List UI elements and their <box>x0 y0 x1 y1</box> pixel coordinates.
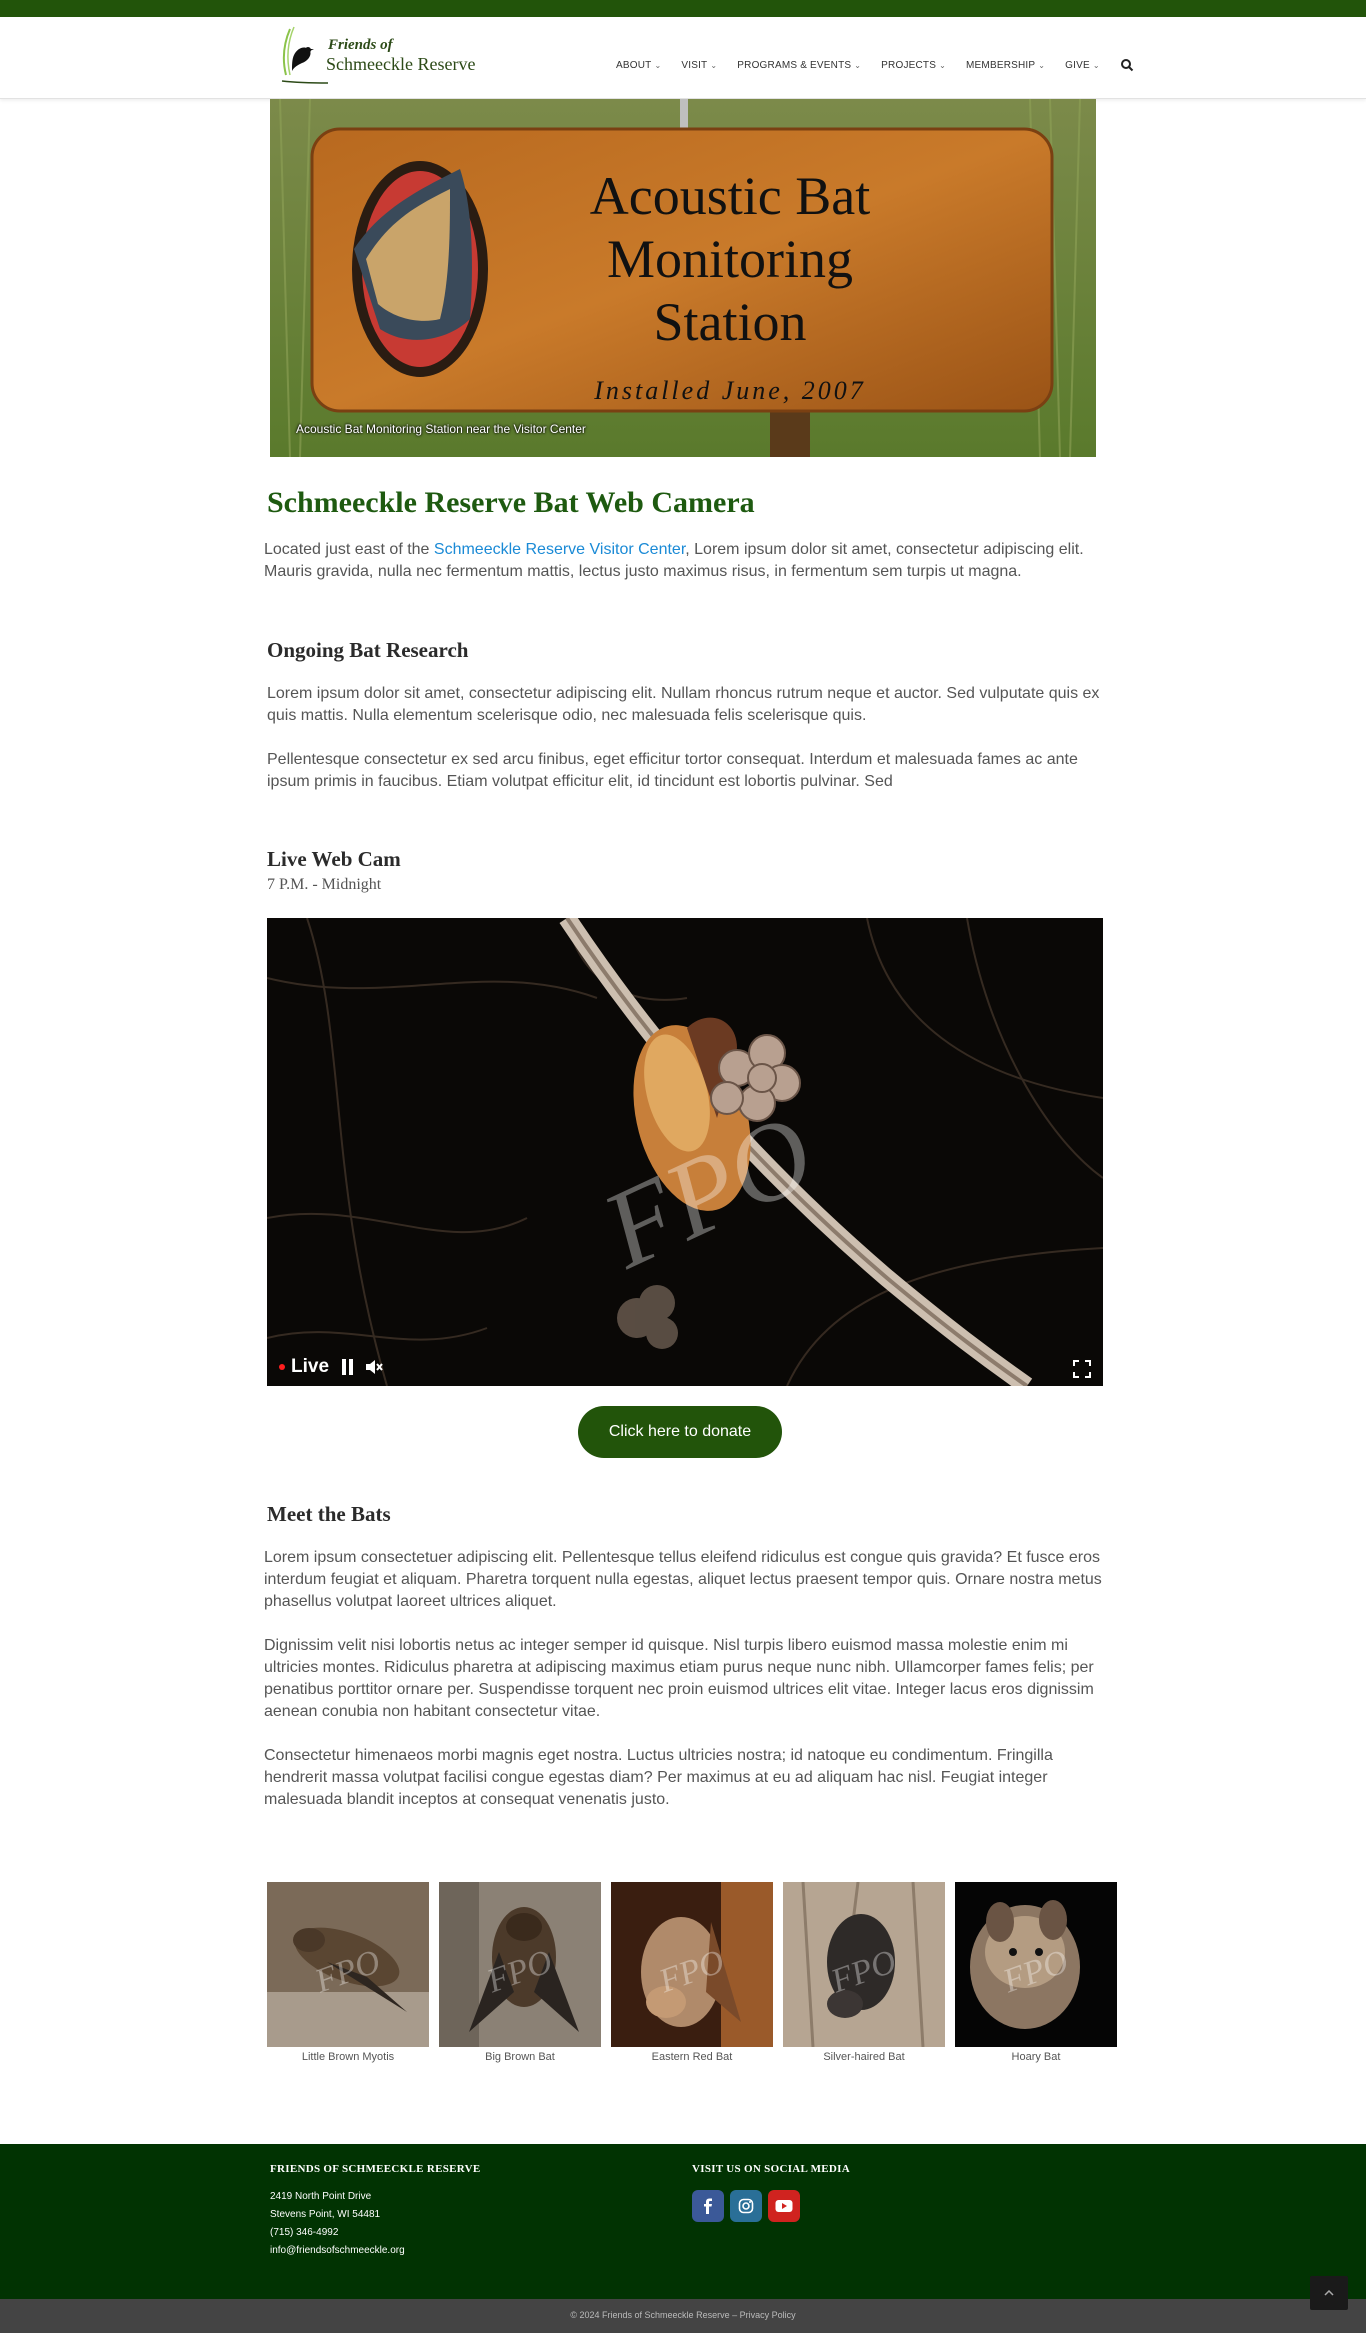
donate-button[interactable]: Click here to donate <box>578 1406 782 1458</box>
webcam-heading: Live Web Cam <box>267 847 401 871</box>
site-footer <box>0 2144 1366 2299</box>
chevron-down-icon: ⌄ <box>654 60 662 70</box>
chevron-down-icon: ⌄ <box>854 60 862 70</box>
nav-item-label: PROGRAMS & EVENTS <box>737 59 852 71</box>
bat-station-sign-image: Acoustic Bat Monitoring Station Installe… <box>270 99 1096 457</box>
chevron-down-icon: ⌄ <box>1038 60 1046 70</box>
nav-item-projects[interactable]: PROJECTS ⌄ <box>881 60 946 71</box>
footer-org-heading: FRIENDS OF SCHMEECKLE RESERVE <box>270 2163 481 2175</box>
footer-email-link[interactable]: info@friendsofschmeeckle.org <box>270 2245 405 2256</box>
chevron-down-icon: ⌄ <box>939 60 947 70</box>
live-label: Live <box>291 1356 330 1377</box>
intro-prefix: Located just east of the <box>264 541 434 558</box>
logo-line-1: Friends of <box>328 37 393 53</box>
bat-photo: FPO <box>439 1882 601 2047</box>
nav-item-label: GIVE <box>1065 59 1090 71</box>
bat-card-silver-haired-bat[interactable]: FPO Silver-haired Bat <box>783 1882 945 2063</box>
svg-text:Monitoring: Monitoring <box>607 229 853 289</box>
bat-name: Eastern Red Bat <box>651 2051 733 2063</box>
bat-name: Big Brown Bat <box>485 2051 555 2063</box>
chevron-up-icon <box>1324 2290 1334 2296</box>
bat-card-big-brown-bat[interactable]: FPO Big Brown Bat <box>439 1882 601 2063</box>
footer-social-heading: VISIT US ON SOCIAL MEDIA <box>692 2163 850 2175</box>
mute-icon[interactable] <box>365 1359 383 1375</box>
nav-item-visit[interactable]: VISIT ⌄ <box>681 60 717 71</box>
bat-card-little-brown-myotis[interactable]: FPO Little Brown Myotis <box>267 1882 429 2063</box>
nav-item-label: MEMBERSHIP <box>966 59 1036 71</box>
nav-item-label: PROJECTS <box>881 59 937 71</box>
bat-photo: FPO <box>611 1882 773 2047</box>
bat-photo: FPO <box>955 1882 1117 2047</box>
live-webcam-player[interactable]: FPO Live <box>267 918 1103 1386</box>
top-color-bar <box>0 0 1366 17</box>
meet-paragraph-2: Dignissim velit nisi lobortis netus ac i… <box>264 1637 1094 1720</box>
nav-item-membership[interactable]: MEMBERSHIP ⌄ <box>966 60 1045 71</box>
page-title: Schmeeckle Reserve Bat Web Camera <box>267 486 755 519</box>
youtube-icon[interactable] <box>768 2190 800 2222</box>
hero-image: Acoustic Bat Monitoring Station Installe… <box>270 99 1096 457</box>
webcam-hours: 7 P.M. - Midnight <box>267 876 382 893</box>
intro-paragraph: Located just east of the Schmeeckle Rese… <box>264 539 1104 583</box>
nav-item-programs-events[interactable]: PROGRAMS & EVENTS ⌄ <box>737 60 861 71</box>
sign-subtitle: Installed June, 2007 <box>593 376 866 405</box>
bottom-bar: © 2024 Friends of Schmeeckle Reserve – P… <box>0 2299 1366 2333</box>
meet-paragraph-3: Consectetur himenaeos morbi magnis eget … <box>264 1747 1053 1808</box>
nav-item-about[interactable]: ABOUT ⌄ <box>616 60 661 71</box>
visitor-center-link[interactable]: Schmeeckle Reserve Visitor Center <box>434 541 685 558</box>
research-heading: Ongoing Bat Research <box>267 638 469 662</box>
player-controls: Live <box>279 1356 383 1378</box>
site-header: Friends of Schmeeckle Reserve ABOUT ⌄ VI… <box>0 17 1366 99</box>
bat-card-hoary-bat[interactable]: FPO Hoary Bat <box>955 1882 1117 2063</box>
logo-line-2: Schmeeckle Reserve <box>326 54 476 74</box>
bat-card-eastern-red-bat[interactable]: FPO Eastern Red Bat <box>611 1882 773 2063</box>
nav-item-label: VISIT <box>681 59 708 71</box>
social-links <box>692 2190 806 2222</box>
facebook-icon[interactable] <box>692 2190 724 2222</box>
svg-text:Acoustic Bat: Acoustic Bat <box>590 166 870 226</box>
nav-item-give[interactable]: GIVE ⌄ <box>1065 60 1100 71</box>
privacy-policy-link[interactable]: Privacy Policy <box>740 2310 796 2320</box>
live-indicator-icon <box>279 1364 285 1370</box>
webcam-video-frame: FPO <box>267 918 1103 1386</box>
fullscreen-icon[interactable] <box>1073 1360 1091 1378</box>
chevron-down-icon: ⌄ <box>710 60 718 70</box>
site-logo[interactable]: Friends of Schmeeckle Reserve <box>280 25 480 85</box>
search-icon[interactable] <box>1120 58 1134 72</box>
pause-icon[interactable] <box>341 1359 355 1375</box>
svg-text:Station: Station <box>653 292 806 352</box>
bat-photo: FPO <box>267 1882 429 2047</box>
bat-gallery: FPO Little Brown Myotis FPO Big Brown Ba… <box>267 1882 1127 2063</box>
footer-address-1: 2419 North Point Drive <box>270 2191 372 2202</box>
meet-paragraph-1: Lorem ipsum consectetuer adipiscing elit… <box>264 1549 1102 1610</box>
bat-name: Silver-haired Bat <box>823 2051 905 2063</box>
copyright-text: © 2024 Friends of Schmeeckle Reserve – <box>570 2310 740 2320</box>
scroll-to-top-button[interactable] <box>1310 2276 1348 2310</box>
bat-photo: FPO <box>783 1882 945 2047</box>
bat-name: Little Brown Myotis <box>301 2051 395 2063</box>
research-paragraph-2: Pellentesque consectetur ex sed arcu fin… <box>267 751 1078 790</box>
chevron-down-icon: ⌄ <box>1092 60 1100 70</box>
bird-logo-icon <box>281 26 328 84</box>
copyright: © 2024 Friends of Schmeeckle Reserve – P… <box>0 2310 1366 2320</box>
nav-item-label: ABOUT <box>616 59 652 71</box>
hero-caption: Acoustic Bat Monitoring Station near the… <box>296 422 586 436</box>
footer-address-2: Stevens Point, WI 54481 <box>270 2209 381 2220</box>
bat-name: Hoary Bat <box>1011 2051 1061 2063</box>
research-paragraph-1: Lorem ipsum dolor sit amet, consectetur … <box>267 685 1100 724</box>
meet-bats-heading: Meet the Bats <box>267 1502 391 1526</box>
main-nav: ABOUT ⌄ VISIT ⌄ PROGRAMS & EVENTS ⌄ PROJ… <box>616 53 1134 77</box>
instagram-icon[interactable] <box>730 2190 762 2222</box>
footer-phone: (715) 346-4992 <box>270 2227 339 2238</box>
